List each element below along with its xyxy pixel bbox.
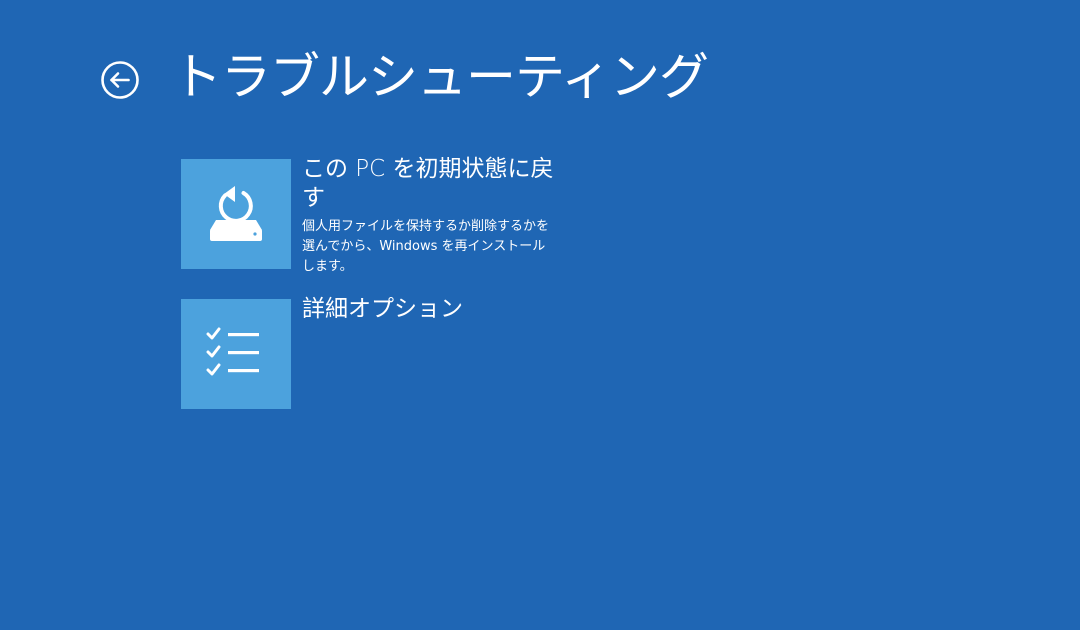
advanced-options-option[interactable]: 詳細オプション <box>181 296 557 409</box>
reset-pc-description: 個人用ファイルを保持するか削除するかを選んでから、Windows を再インストー… <box>302 219 550 274</box>
reset-pc-title: この PC を初期状態に戻す <box>302 156 554 211</box>
reset-pc-tile[interactable] <box>181 159 291 269</box>
advanced-options-title: 詳細オプション <box>302 296 463 322</box>
troubleshoot-screen: トラブルシューティング この PC を初期状態に戻す 個人用ファイルを保持するか… <box>0 0 1080 630</box>
advanced-options-tile[interactable] <box>181 299 291 409</box>
reset-pc-icon <box>210 186 262 241</box>
advanced-options-text: 詳細オプション <box>302 295 557 409</box>
back-arrow-circle-icon <box>101 61 139 99</box>
checklist-icon <box>206 327 259 376</box>
reset-pc-option[interactable]: この PC を初期状態に戻す 個人用ファイルを保持するか削除するかを選んでから、… <box>181 156 557 277</box>
reset-pc-text: この PC を初期状態に戻す 個人用ファイルを保持するか削除するかを選んでから、… <box>302 155 557 277</box>
back-button[interactable] <box>100 60 140 100</box>
page-title: トラブルシューティング <box>172 48 709 106</box>
